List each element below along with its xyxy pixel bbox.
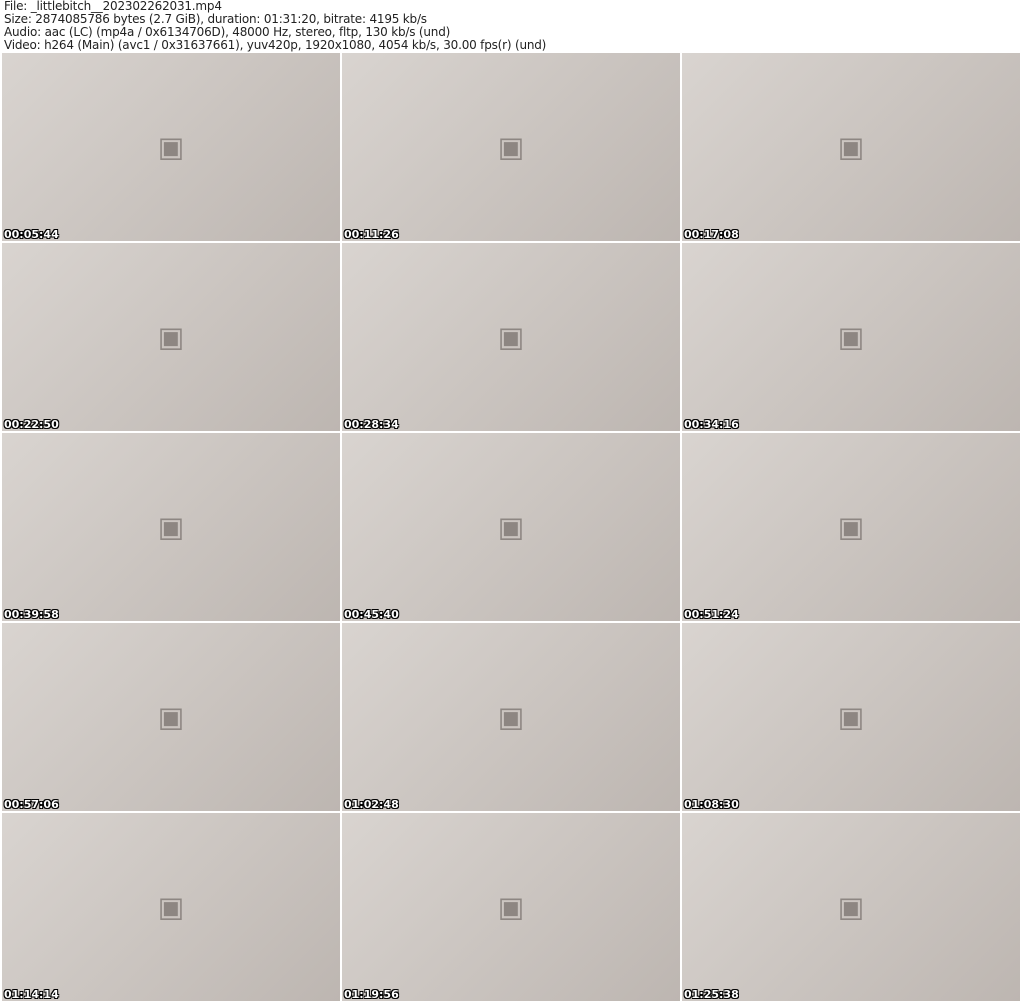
video-thumbnail: ▣ 00:17:08 — [682, 53, 1020, 241]
video-thumbnail: ▣ 00:51:24 — [682, 433, 1020, 621]
image-placeholder-icon: ▣ — [838, 701, 864, 734]
video-thumbnail: ▣ 00:39:58 — [2, 433, 340, 621]
image-placeholder-icon: ▣ — [498, 321, 524, 354]
image-placeholder-icon: ▣ — [838, 511, 864, 544]
image-placeholder-icon: ▣ — [158, 511, 184, 544]
video-thumbnail: ▣ 01:25:38 — [682, 813, 1020, 1001]
thumbnail-timestamp: 00:39:58 — [4, 608, 59, 621]
video-thumbnail: ▣ 00:11:26 — [342, 53, 680, 241]
thumbnail-timestamp: 00:17:08 — [684, 228, 739, 241]
image-placeholder-icon: ▣ — [158, 891, 184, 924]
file-info-header: File: _littlebitch__202302262031.mp4 Siz… — [4, 0, 546, 52]
video-thumbnail: ▣ 00:22:50 — [2, 243, 340, 431]
video-thumbnail: ▣ 00:57:06 — [2, 623, 340, 811]
thumbnail-timestamp: 00:51:24 — [684, 608, 739, 621]
thumbnail-timestamp: 01:14:14 — [4, 988, 59, 1001]
thumbnail-timestamp: 00:05:44 — [4, 228, 59, 241]
thumbnail-timestamp: 00:57:06 — [4, 798, 59, 811]
thumbnail-timestamp: 00:11:26 — [344, 228, 399, 241]
image-placeholder-icon: ▣ — [158, 701, 184, 734]
image-placeholder-icon: ▣ — [838, 321, 864, 354]
video-thumbnail: ▣ 00:34:16 — [682, 243, 1020, 431]
thumbnail-timestamp: 00:34:16 — [684, 418, 739, 431]
thumbnail-timestamp: 00:45:40 — [344, 608, 399, 621]
video-thumbnail: ▣ 01:14:14 — [2, 813, 340, 1001]
video-thumbnail: ▣ 00:05:44 — [2, 53, 340, 241]
video-thumbnail: ▣ 00:45:40 — [342, 433, 680, 621]
thumbnail-grid: ▣ 00:05:44 ▣ 00:11:26 ▣ 00:17:08 ▣ 00:22:50 ▣ 00:… — [2, 53, 1020, 1001]
thumbnail-timestamp: 01:02:48 — [344, 798, 399, 811]
thumbnail-timestamp: 01:08:30 — [684, 798, 739, 811]
thumbnail-timestamp: 00:28:34 — [344, 418, 399, 431]
image-placeholder-icon: ▣ — [158, 321, 184, 354]
image-placeholder-icon: ▣ — [158, 131, 184, 164]
thumbnail-timestamp: 01:19:56 — [344, 988, 399, 1001]
image-placeholder-icon: ▣ — [498, 511, 524, 544]
video-thumbnail: ▣ 01:08:30 — [682, 623, 1020, 811]
video-thumbnail: ▣ 01:02:48 — [342, 623, 680, 811]
image-placeholder-icon: ▣ — [838, 891, 864, 924]
image-placeholder-icon: ▣ — [498, 131, 524, 164]
image-placeholder-icon: ▣ — [838, 131, 864, 164]
image-placeholder-icon: ▣ — [498, 701, 524, 734]
video-thumbnail: ▣ 01:19:56 — [342, 813, 680, 1001]
image-placeholder-icon: ▣ — [498, 891, 524, 924]
thumbnail-timestamp: 01:25:38 — [684, 988, 739, 1001]
video-info: Video: h264 (Main) (avc1 / 0x31637661), … — [4, 39, 546, 52]
thumbnail-timestamp: 00:22:50 — [4, 418, 59, 431]
video-thumbnail: ▣ 00:28:34 — [342, 243, 680, 431]
